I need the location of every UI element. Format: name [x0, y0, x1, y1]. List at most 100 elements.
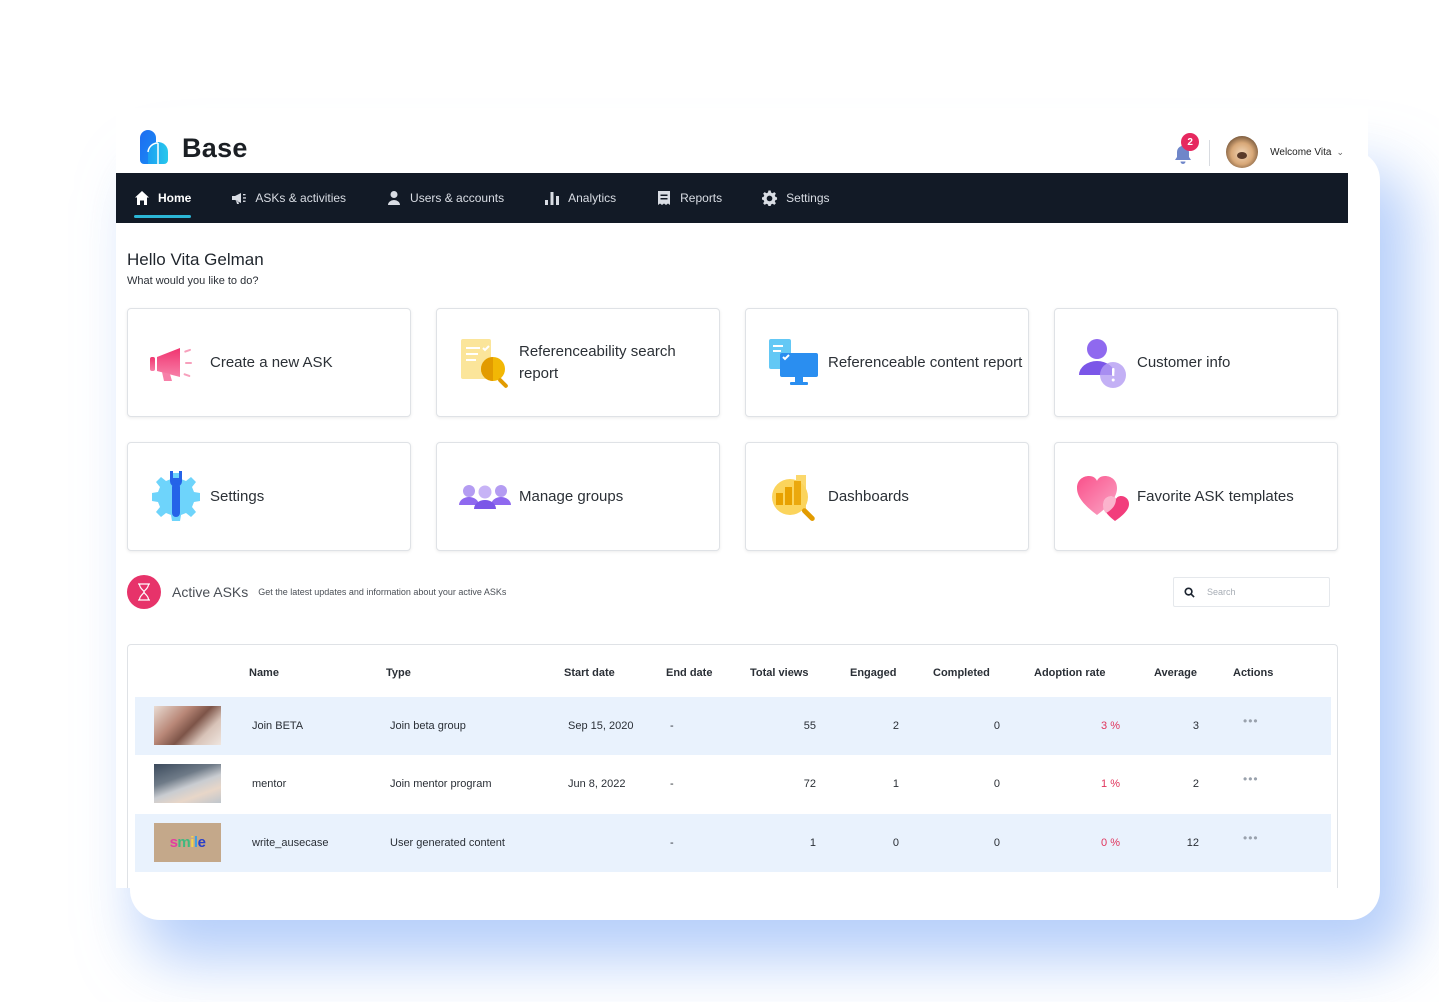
- row-actions-button[interactable]: •••: [1243, 831, 1259, 845]
- tile-referenceability-search-report[interactable]: Referenceability search report: [436, 308, 720, 417]
- nav-analytics[interactable]: Analytics: [544, 173, 616, 223]
- table-header: Name Type Start date End date Total view…: [128, 645, 1337, 697]
- gear-icon: [762, 190, 778, 206]
- megaphone-icon: [232, 193, 247, 204]
- ask-thumbnail: [154, 706, 221, 745]
- cell-type: Join beta group: [390, 720, 466, 732]
- tile-referenceable-content-report[interactable]: Referenceable content report: [745, 308, 1029, 417]
- cell-total-views: 55: [803, 720, 816, 732]
- content-report-icon: [769, 338, 818, 385]
- welcome-label: Welcome Vita: [1270, 146, 1332, 158]
- bar-chart-icon: [545, 192, 560, 205]
- notification-badge: 2: [1181, 133, 1200, 151]
- table-row[interactable]: Join BETA Join beta group Sep 15, 2020 -…: [135, 697, 1331, 755]
- col-completed[interactable]: Completed: [933, 667, 990, 679]
- active-asks-title: Active ASKs: [172, 584, 249, 600]
- smile-image-text: smile: [169, 834, 206, 851]
- greeting-title: Hello Vita Gelman: [127, 250, 264, 269]
- tile-label: Customer info: [1137, 353, 1231, 371]
- active-asks-header: Active ASKs Get the latest updates and i…: [127, 575, 506, 609]
- customer-info-icon: [1079, 338, 1126, 388]
- search-input[interactable]: [1207, 587, 1317, 597]
- ask-thumbnail: [154, 764, 221, 803]
- col-end-date[interactable]: End date: [666, 667, 712, 679]
- nav-users-label: Users & accounts: [410, 191, 505, 205]
- cell-start-date: Sep 15, 2020: [568, 720, 634, 732]
- cell-total-views: 1: [809, 837, 816, 849]
- col-start-date[interactable]: Start date: [564, 667, 615, 679]
- nav-home[interactable]: Home: [134, 173, 192, 223]
- home-icon: [135, 191, 149, 205]
- nav-users-accounts[interactable]: Users & accounts: [386, 173, 504, 223]
- cell-name[interactable]: write_ausecase: [252, 837, 328, 849]
- cell-completed: 0: [993, 837, 1000, 849]
- tile-manage-groups[interactable]: Manage groups: [436, 442, 720, 551]
- table-row[interactable]: smile write_ausecase User generated cont…: [135, 814, 1331, 872]
- app-name: Base: [182, 132, 248, 163]
- report-icon: [658, 191, 671, 205]
- base-logo-icon: [140, 130, 168, 164]
- tile-label: Manage groups: [519, 487, 624, 505]
- cell-engaged: 0: [892, 837, 899, 849]
- cell-average: 2: [1192, 778, 1199, 790]
- tile-label: Referenceability search report: [519, 342, 676, 382]
- cell-total-views: 72: [803, 778, 816, 790]
- megaphone-icon: [150, 347, 192, 381]
- cell-type: User generated content: [390, 837, 505, 849]
- ask-thumbnail: smile: [154, 823, 221, 862]
- tile-dashboards[interactable]: Dashboards: [745, 442, 1029, 551]
- cell-adoption-rate: 0 %: [1101, 837, 1120, 849]
- nav-home-label: Home: [158, 191, 192, 205]
- settings-icon: [152, 470, 200, 521]
- tile-favorite-ask-templates[interactable]: Favorite ASK templates: [1054, 442, 1338, 551]
- nav-asks-activities[interactable]: ASKs & activities: [231, 173, 346, 223]
- cell-engaged: 1: [892, 778, 899, 790]
- cell-average: 12: [1186, 837, 1199, 849]
- tile-settings[interactable]: Settings: [127, 442, 411, 551]
- active-asks-subtitle: Get the latest updates and information a…: [258, 587, 507, 597]
- col-engaged[interactable]: Engaged: [850, 667, 896, 679]
- app-window: Base 2 Welcome Vita ⌄ Home ASKs & activi…: [116, 108, 1368, 888]
- cell-end-date: -: [670, 837, 674, 849]
- nav-reports-label: Reports: [680, 191, 723, 205]
- col-name[interactable]: Name: [249, 667, 279, 679]
- cell-name[interactable]: Join BETA: [252, 720, 303, 732]
- nav-reports[interactable]: Reports: [656, 173, 722, 223]
- top-bar: Base 2 Welcome Vita ⌄: [116, 108, 1368, 173]
- tile-label: Settings: [210, 487, 265, 505]
- cell-adoption-rate: 3 %: [1101, 720, 1120, 732]
- col-total-views[interactable]: Total views: [750, 667, 808, 679]
- tile-customer-info[interactable]: Customer info: [1054, 308, 1338, 417]
- col-type[interactable]: Type: [386, 667, 411, 679]
- nav-settings[interactable]: Settings: [762, 173, 830, 223]
- divider: [1209, 140, 1211, 166]
- tile-label: Create a new ASK: [210, 353, 333, 371]
- table-row[interactable]: mentor Join mentor program Jun 8, 2022 -…: [135, 755, 1331, 813]
- cell-type: Join mentor program: [390, 778, 492, 790]
- cell-start-date: Jun 8, 2022: [568, 778, 626, 790]
- notifications-button[interactable]: 2: [1171, 133, 1200, 164]
- row-actions-button[interactable]: •••: [1243, 714, 1259, 728]
- main-nav: Home ASKs & activities Users & accounts …: [116, 173, 1348, 223]
- col-adoption-rate[interactable]: Adoption rate: [1034, 667, 1106, 679]
- user-area: 2 Welcome Vita ⌄: [1171, 128, 1344, 168]
- tile-label: Dashboards: [828, 487, 909, 505]
- cell-end-date: -: [670, 720, 674, 732]
- tile-label: Favorite ASK templates: [1137, 487, 1294, 505]
- user-menu[interactable]: Welcome Vita ⌄: [1270, 147, 1344, 158]
- search-icon: [1184, 586, 1195, 598]
- cell-name[interactable]: mentor: [252, 778, 286, 790]
- cell-completed: 0: [993, 720, 1000, 732]
- asks-search[interactable]: [1173, 577, 1330, 607]
- col-average[interactable]: Average: [1154, 667, 1197, 679]
- hearts-icon: [1077, 475, 1129, 521]
- nav-settings-label: Settings: [786, 191, 830, 205]
- dashboards-icon: [772, 474, 815, 521]
- tile-create-ask[interactable]: Create a new ASK: [127, 308, 411, 417]
- logo[interactable]: Base: [138, 130, 248, 166]
- hourglass-icon: [127, 575, 161, 609]
- user-icon: [388, 191, 401, 205]
- row-actions-button[interactable]: •••: [1243, 772, 1259, 786]
- active-asks-table: Name Type Start date End date Total view…: [127, 644, 1338, 888]
- avatar[interactable]: [1226, 136, 1259, 168]
